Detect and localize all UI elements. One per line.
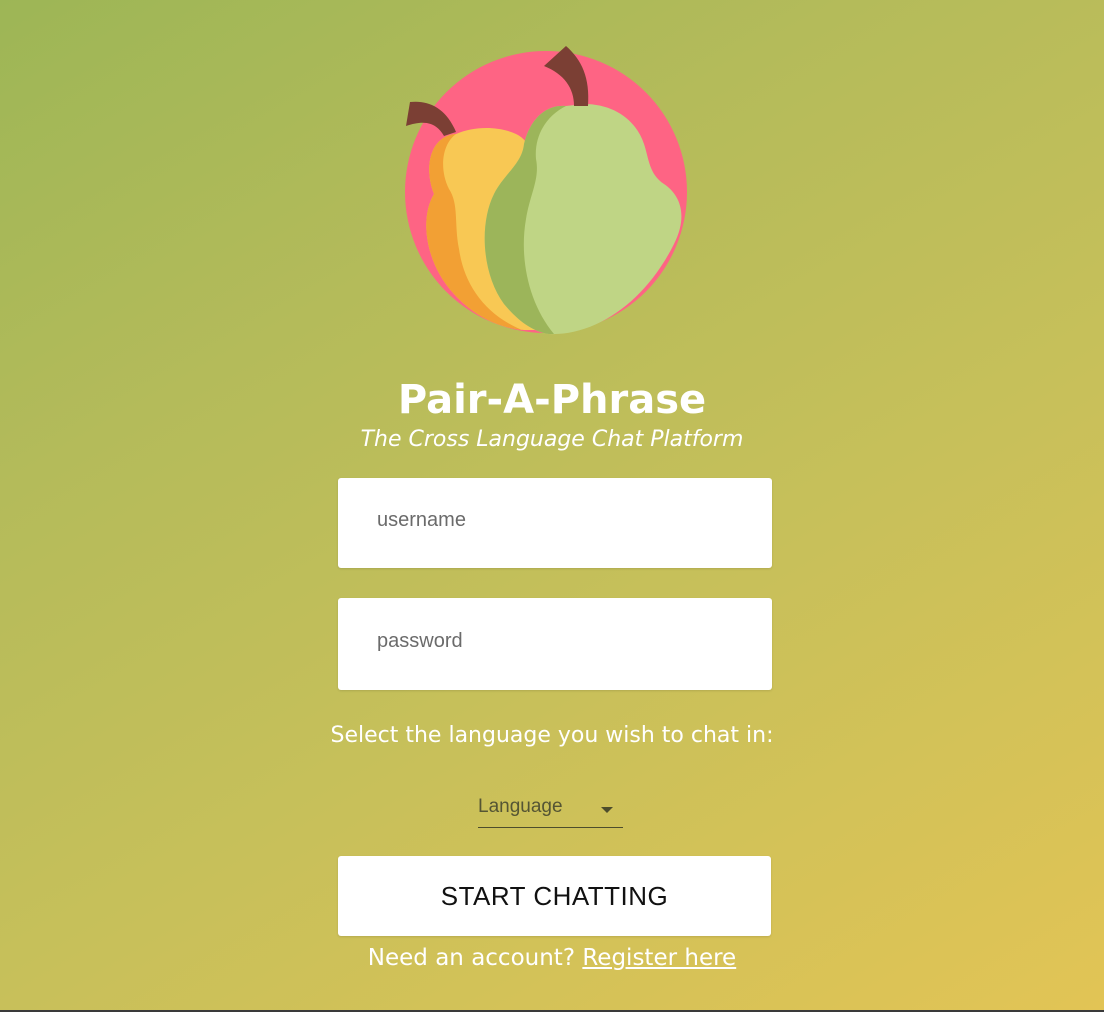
app-subtitle: The Cross Language Chat Platform [360,427,744,452]
language-select-value: Language [478,796,563,817]
username-input[interactable] [338,478,772,568]
language-prompt: Select the language you wish to chat in: [330,723,774,748]
password-input[interactable] [338,598,772,690]
pear-logo-icon [404,44,690,336]
chevron-down-icon [601,807,613,813]
password-field-container [338,598,772,690]
app-title: Pair-A-Phrase [397,377,707,423]
language-select[interactable]: Language [478,792,623,828]
register-line: Need an account? Register here [0,942,1104,974]
register-prompt: Need an account? [367,945,576,971]
start-chatting-button[interactable]: START CHATTING [338,856,771,936]
register-link[interactable]: Register here [582,945,736,971]
username-field-container [338,478,772,568]
